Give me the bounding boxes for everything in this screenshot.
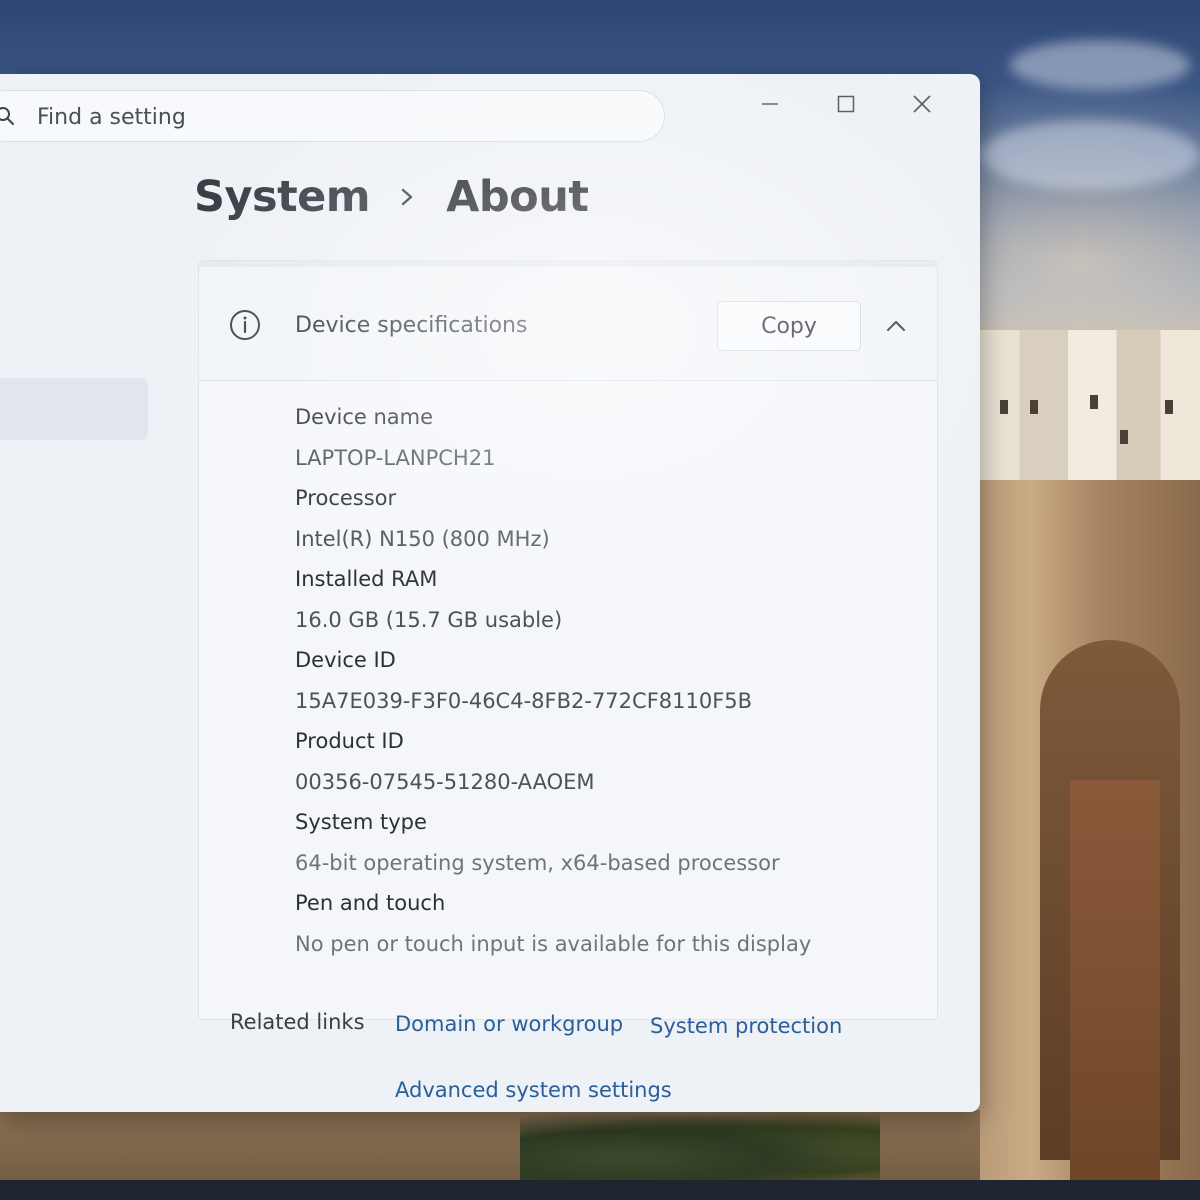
maximize-icon [837, 95, 855, 113]
device-specifications-title: Device specifications [295, 313, 528, 338]
device-specifications-header[interactable]: Device specifications Copy [199, 267, 937, 381]
settings-window: System About Device specifications Copy … [0, 74, 980, 1112]
device-specifications-card: Device specifications Copy Device name L… [198, 260, 938, 1020]
town-window [1165, 400, 1173, 414]
spec-label: Pen and touch [295, 891, 446, 915]
bridge-arch-inner [1070, 780, 1160, 1200]
search-box[interactable] [0, 90, 665, 143]
spec-label: Product ID [295, 729, 404, 753]
maximize-button[interactable] [808, 86, 884, 122]
spec-device-id: Device ID 15A7E039-F3F0-46C4-8FB2-772CF8… [295, 640, 811, 721]
spec-value: LAPTOP-LANPCH21 [295, 446, 496, 470]
close-button[interactable] [884, 86, 960, 122]
window-controls [732, 86, 960, 122]
taskbar [0, 1180, 1200, 1200]
spec-value: 64-bit operating system, x64-based proce… [295, 851, 780, 875]
search-input[interactable] [37, 91, 637, 143]
minimize-button[interactable] [732, 86, 808, 122]
related-links: Related links Domain or workgroup System… [230, 1010, 950, 1112]
vegetation [520, 1110, 880, 1190]
spec-label: System type [295, 810, 427, 834]
town-window [1030, 400, 1038, 414]
advanced-system-settings-link[interactable]: Advanced system settings [395, 1078, 672, 1102]
spec-value: Intel(R) N150 (800 MHz) [295, 527, 550, 551]
spec-installed-ram: Installed RAM 16.0 GB (15.7 GB usable) [295, 559, 811, 640]
breadcrumb: System About [194, 172, 589, 222]
spec-label: Device ID [295, 648, 396, 672]
copy-button[interactable]: Copy [717, 301, 861, 351]
chevron-up-icon[interactable] [883, 313, 909, 339]
spec-device-name: Device name LAPTOP-LANPCH21 [295, 397, 811, 478]
close-icon [913, 95, 931, 113]
spec-product-id: Product ID 00356-07545-51280-AAOEM [295, 721, 811, 802]
sidebar-item-selected[interactable] [0, 378, 148, 440]
search-icon [0, 107, 14, 125]
info-icon [230, 310, 260, 340]
cloud [1010, 40, 1190, 90]
related-links-label: Related links [230, 1010, 365, 1034]
domain-or-workgroup-link[interactable]: Domain or workgroup [395, 1012, 623, 1036]
spec-value: 16.0 GB (15.7 GB usable) [295, 608, 563, 632]
spec-label: Device name [295, 405, 434, 429]
spec-pen-and-touch: Pen and touch No pen or touch input is a… [295, 883, 811, 964]
page-title: About [446, 172, 589, 222]
spec-value: 15A7E039-F3F0-46C4-8FB2-772CF8110F5B [295, 689, 753, 713]
town-window [1120, 430, 1128, 444]
town-window [1000, 400, 1008, 414]
spec-label: Installed RAM [295, 567, 438, 591]
spec-value: 00356-07545-51280-AAOEM [295, 770, 595, 794]
spec-processor: Processor Intel(R) N150 (800 MHz) [295, 478, 811, 559]
breadcrumb-parent[interactable]: System [194, 172, 371, 222]
spec-label: Processor [295, 486, 397, 510]
device-specifications-list: Device name LAPTOP-LANPCH21 Processor In… [295, 397, 811, 964]
town-window [1090, 395, 1098, 409]
spec-system-type: System type 64-bit operating system, x64… [295, 802, 811, 883]
system-protection-link[interactable]: System protection [650, 1014, 842, 1038]
spec-value: No pen or touch input is available for t… [295, 932, 812, 956]
chevron-right-icon [401, 188, 413, 206]
minimize-icon [762, 103, 778, 105]
cloud [980, 120, 1200, 190]
